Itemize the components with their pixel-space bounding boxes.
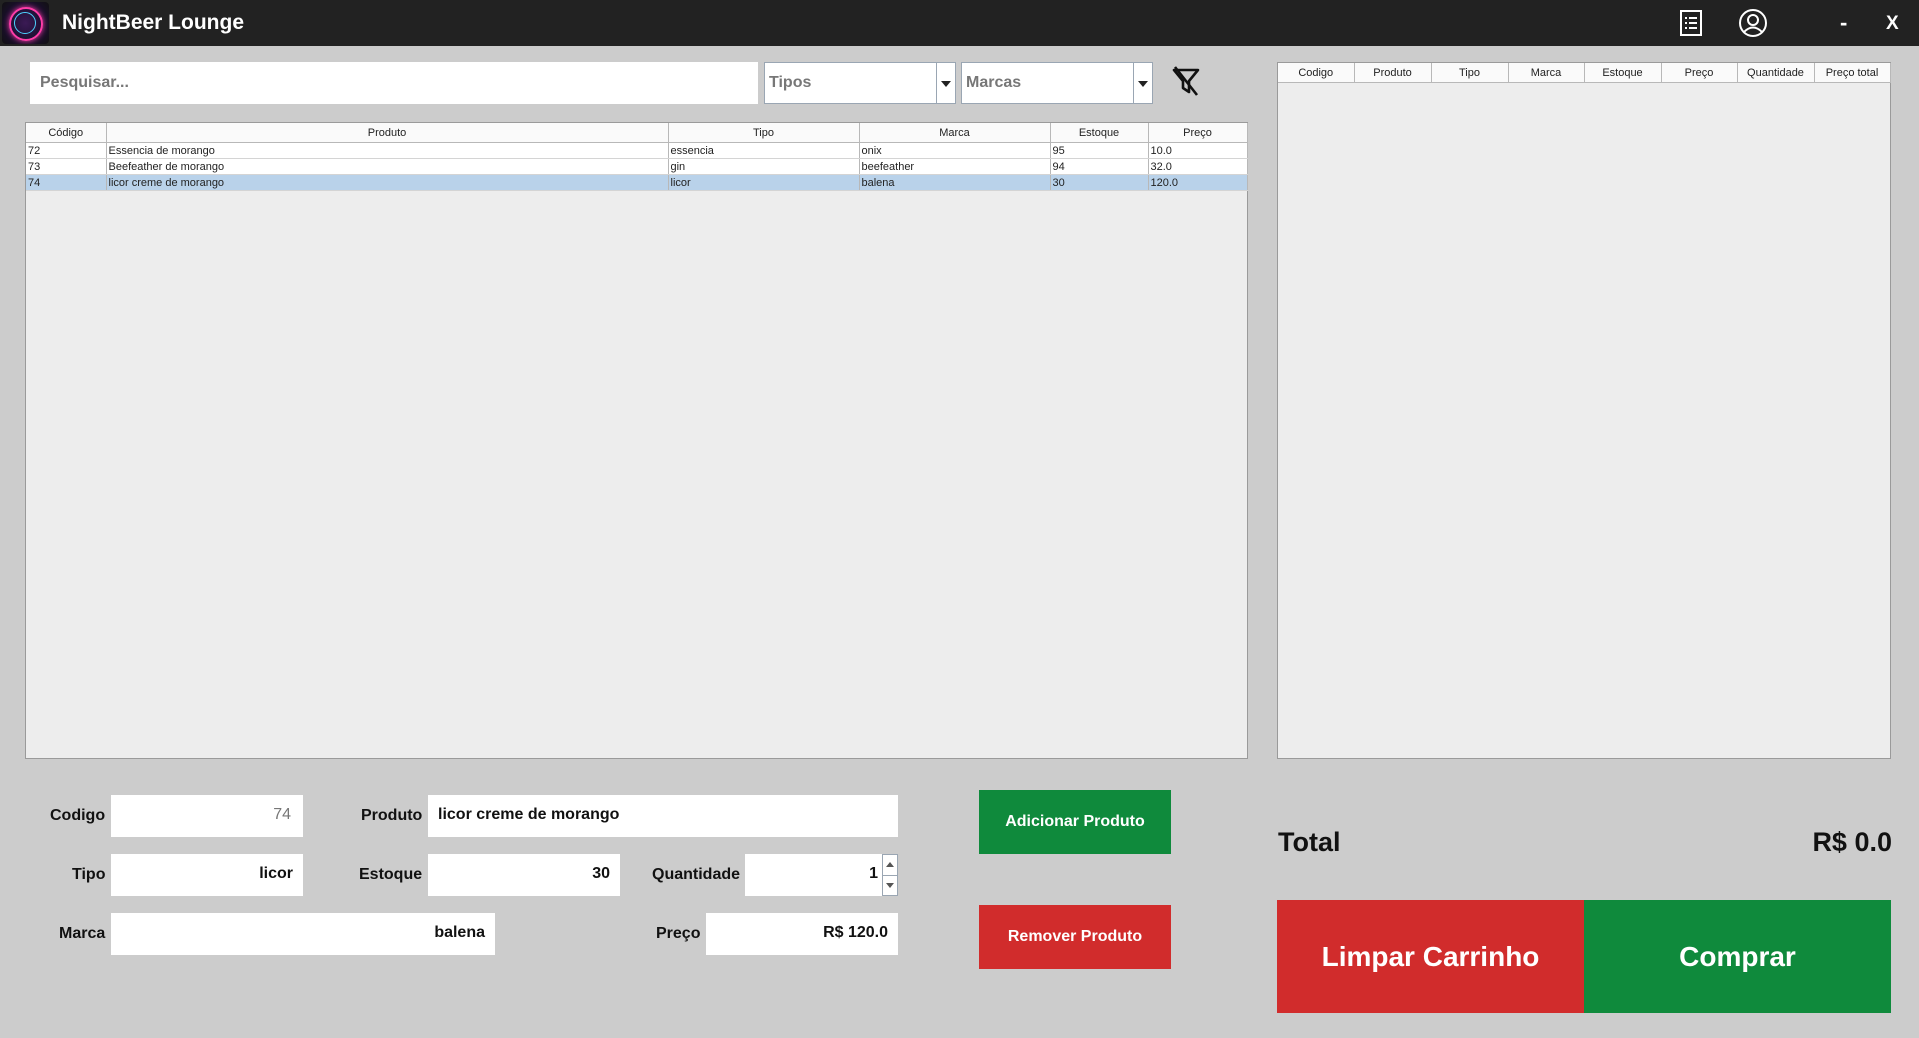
table-row[interactable]: 72 Essencia de morango essencia onix 95 10.0 <box>26 142 1248 159</box>
marcas-dropdown[interactable]: Marcas <box>961 62 1153 104</box>
filter-off-icon[interactable] <box>1170 64 1202 98</box>
products-column-header[interactable]: Marca <box>859 123 1051 143</box>
products-column-header[interactable]: Tipo <box>668 123 860 143</box>
quantidade-stepper[interactable] <box>882 854 898 896</box>
cart-table: Codigo Produto Tipo Marca Estoque Preço Quanti… <box>1277 62 1891 759</box>
app-title: NightBeer Lounge <box>62 11 244 34</box>
total-label: Total <box>1278 827 1341 857</box>
app-logo <box>2 2 49 44</box>
estoque-value: 30 <box>592 865 610 882</box>
preco-label: Preço <box>656 925 701 942</box>
tipos-dropdown-label: Tipos <box>769 74 812 91</box>
produto-field[interactable]: licor creme de morango <box>428 795 898 837</box>
table-cell: beefeather <box>859 158 1051 175</box>
tipo-value: licor <box>259 865 293 882</box>
buy-button[interactable]: Comprar <box>1584 900 1891 1013</box>
table-cell: Beefeather de morango <box>106 158 669 175</box>
tipos-dropdown[interactable]: Tipos <box>764 62 956 104</box>
estoque-field[interactable]: 30 <box>428 854 620 896</box>
products-table: Código Produto Tipo Marca Estoque Preço 72 Ess… <box>25 122 1248 759</box>
marca-value: balena <box>434 924 485 941</box>
table-cell: 10.0 <box>1148 142 1248 159</box>
receipt-list-icon[interactable] <box>1676 8 1706 38</box>
search-input[interactable] <box>30 62 758 104</box>
estoque-label: Estoque <box>359 866 423 883</box>
preco-field[interactable]: R$ 120.0 <box>706 913 898 955</box>
cart-column-header[interactable]: Preço total <box>1814 63 1891 83</box>
tipo-field[interactable]: licor <box>111 854 303 896</box>
table-cell: 95 <box>1050 142 1149 159</box>
table-cell: 94 <box>1050 158 1149 175</box>
tipo-label: Tipo <box>72 866 106 883</box>
products-column-header[interactable]: Produto <box>106 123 669 143</box>
table-row[interactable]: 74 licor creme de morango licor balena 30 120… <box>26 174 1248 191</box>
close-button[interactable]: X <box>1886 13 1899 35</box>
marca-field[interactable]: balena <box>111 913 495 955</box>
total-value: R$ 0.0 <box>1812 827 1892 857</box>
marca-label: Marca <box>59 925 106 942</box>
table-cell: 73 <box>26 158 107 175</box>
quantidade-label: Quantidade <box>652 866 741 883</box>
codigo-label: Codigo <box>50 807 106 824</box>
cart-column-header[interactable]: Quantidade <box>1737 63 1815 83</box>
stepper-up-icon[interactable] <box>883 855 897 876</box>
preco-value: R$ 120.0 <box>823 924 888 941</box>
cart-column-header[interactable]: Tipo <box>1431 63 1509 83</box>
cart-column-header[interactable]: Produto <box>1354 63 1432 83</box>
clear-cart-button[interactable]: Limpar Carrinho <box>1277 900 1584 1013</box>
produto-label: Produto <box>361 807 423 824</box>
table-cell: onix <box>859 142 1051 159</box>
cart-column-header[interactable]: Estoque <box>1584 63 1662 83</box>
table-cell: Essencia de morango <box>106 142 669 159</box>
table-cell: 120.0 <box>1148 174 1248 191</box>
chevron-down-icon[interactable] <box>936 63 955 103</box>
remove-product-button[interactable]: Remover Produto <box>979 905 1171 969</box>
title-bar <box>0 0 1919 46</box>
products-column-header[interactable]: Código <box>26 123 107 143</box>
codigo-field[interactable]: 74 <box>111 795 303 837</box>
minimize-button[interactable]: - <box>1840 10 1847 36</box>
chevron-down-icon[interactable] <box>1133 63 1152 103</box>
table-cell: licor <box>668 174 860 191</box>
table-row[interactable]: 73 Beefeather de morango gin beefeather 94 32… <box>26 158 1248 175</box>
table-cell: 74 <box>26 174 107 191</box>
cart-column-header[interactable]: Codigo <box>1278 63 1355 83</box>
products-column-header[interactable]: Estoque <box>1050 123 1149 143</box>
table-cell: essencia <box>668 142 860 159</box>
table-cell: 30 <box>1050 174 1149 191</box>
quantidade-field[interactable]: 1 <box>745 854 882 896</box>
cart-column-header[interactable]: Marca <box>1508 63 1585 83</box>
add-product-button[interactable]: Adicionar Produto <box>979 790 1171 854</box>
table-cell: licor creme de morango <box>106 174 669 191</box>
cart-column-header[interactable]: Preço <box>1661 63 1738 83</box>
table-cell: 72 <box>26 142 107 159</box>
stepper-down-icon[interactable] <box>883 876 897 896</box>
table-cell: balena <box>859 174 1051 191</box>
table-cell: gin <box>668 158 860 175</box>
codigo-value: 74 <box>273 806 291 823</box>
user-profile-icon[interactable] <box>1738 8 1768 38</box>
marcas-dropdown-label: Marcas <box>966 74 1022 91</box>
quantidade-value: 1 <box>869 865 878 882</box>
table-cell: 32.0 <box>1148 158 1248 175</box>
products-column-header[interactable]: Preço <box>1148 123 1248 143</box>
produto-value: licor creme de morango <box>438 806 620 823</box>
